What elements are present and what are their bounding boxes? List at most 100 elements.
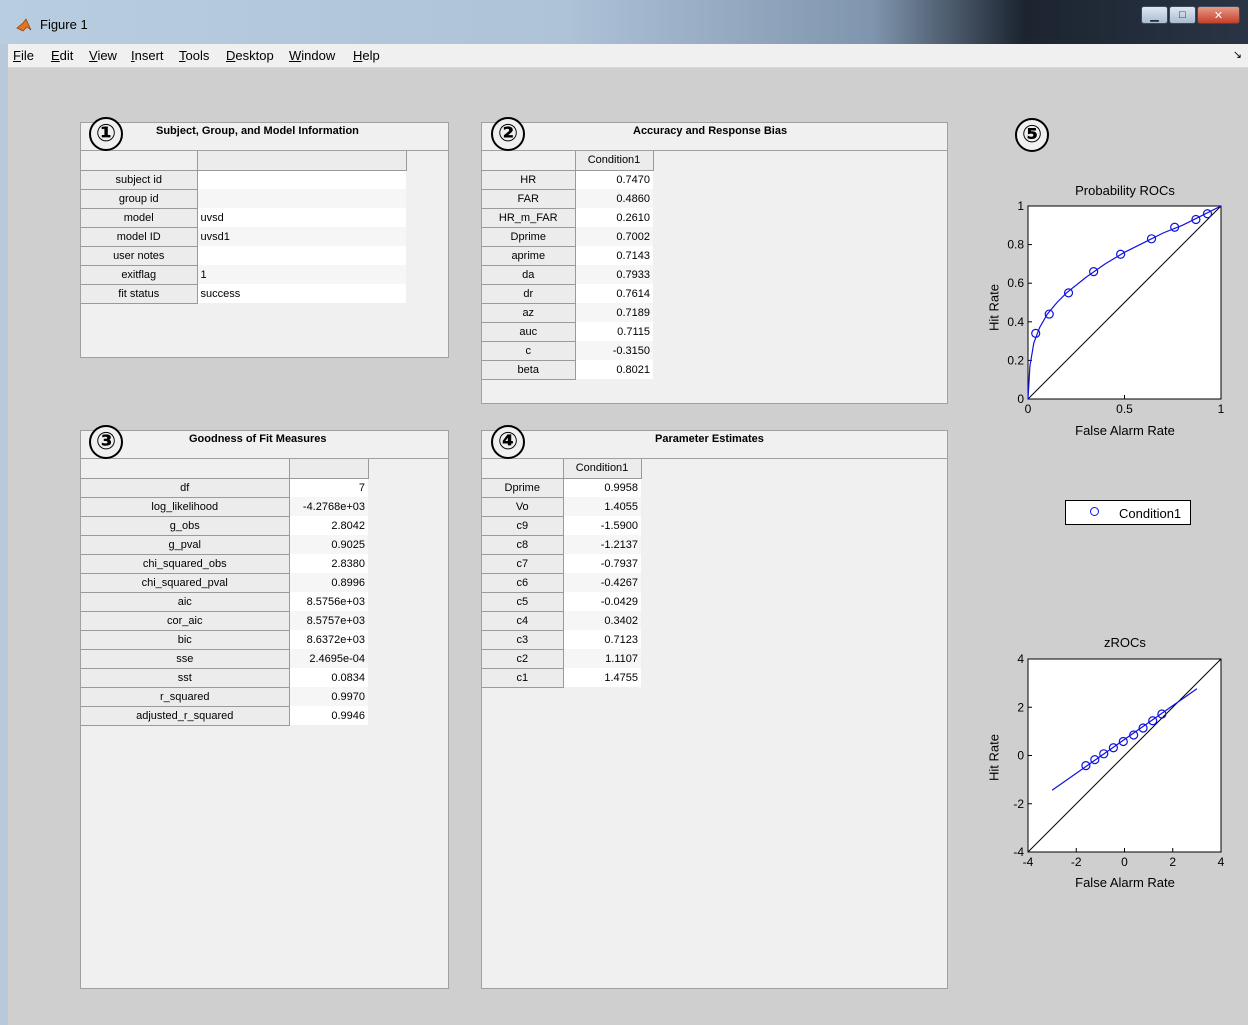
table-cell[interactable]: 0.7470 (575, 170, 653, 189)
row-header[interactable]: df (81, 478, 290, 498)
row-header[interactable]: c4 (482, 611, 564, 631)
close-button[interactable]: ✕ (1197, 6, 1240, 24)
table-cell[interactable]: 0.7002 (575, 227, 653, 246)
probability-roc-chart[interactable]: 0 0.5 1 0 0.2 0.4 0.6 0.8 1 (960, 195, 1240, 425)
row-header[interactable]: r_squared (81, 687, 290, 707)
menu-view[interactable]: View (89, 48, 117, 63)
row-header[interactable]: c2 (482, 649, 564, 669)
row-header[interactable]: HR_m_FAR (482, 208, 576, 228)
column-header[interactable]: Condition1 (563, 459, 642, 479)
table-cell[interactable]: 2.8042 (289, 516, 368, 535)
row-header[interactable]: subject id (81, 170, 198, 190)
row-header[interactable]: FAR (482, 189, 576, 209)
table-cell[interactable]: 8.5757e+03 (289, 611, 368, 630)
table-cell[interactable]: -1.5900 (563, 516, 641, 535)
menu-desktop[interactable]: Desktop (226, 48, 274, 63)
table-cell[interactable]: 1 (197, 265, 406, 284)
legend[interactable]: Condition1 (1065, 500, 1191, 525)
table-cell[interactable]: 0.7115 (575, 322, 653, 341)
table-cell[interactable]: 0.9958 (563, 478, 641, 497)
row-header[interactable]: c9 (482, 516, 564, 536)
maximize-button[interactable]: □ (1169, 6, 1196, 24)
table-cell[interactable]: 0.9970 (289, 687, 368, 706)
table-cell[interactable]: 8.6372e+03 (289, 630, 368, 649)
table-cell[interactable]: 0.3402 (563, 611, 641, 630)
menu-help[interactable]: Help (353, 48, 380, 63)
table-cell[interactable]: 0.7123 (563, 630, 641, 649)
row-header[interactable]: model (81, 208, 198, 228)
row-header[interactable]: g_pval (81, 535, 290, 555)
column-header[interactable]: Condition1 (575, 151, 654, 171)
row-header[interactable]: fit status (81, 284, 198, 304)
table-cell[interactable]: 7 (289, 478, 368, 497)
table-cell[interactable]: 0.8021 (575, 360, 653, 379)
row-header[interactable]: chi_squared_obs (81, 554, 290, 574)
menu-file[interactable]: File (13, 48, 34, 63)
row-header[interactable]: user notes (81, 246, 198, 266)
table-cell[interactable]: 1.4755 (563, 668, 641, 687)
table-cell[interactable]: -0.0429 (563, 592, 641, 611)
table-cell[interactable]: 0.9946 (289, 706, 368, 725)
row-header[interactable]: beta (482, 360, 576, 380)
table-cell[interactable]: 2.8380 (289, 554, 368, 573)
row-header[interactable]: exitflag (81, 265, 198, 285)
row-header[interactable]: auc (482, 322, 576, 342)
menu-overflow-icon[interactable]: ↘ (1233, 48, 1242, 61)
table-cell[interactable]: 0.7189 (575, 303, 653, 322)
row-header[interactable]: adjusted_r_squared (81, 706, 290, 726)
accuracy-table[interactable]: Condition1 HR 0.7470 FAR 0.4860 HR_m_FAR 0.26… (482, 151, 654, 380)
table-cell[interactable]: 1.1107 (563, 649, 641, 668)
table-cell[interactable] (197, 246, 406, 265)
row-header[interactable]: sst (81, 668, 290, 688)
row-header[interactable]: chi_squared_pval (81, 573, 290, 593)
zroc-chart[interactable]: -4 -2 0 2 4 -4 -2 0 2 4 (960, 648, 1240, 878)
table-cell[interactable]: uvsd1 (197, 227, 406, 246)
menu-insert[interactable]: Insert (131, 48, 164, 63)
row-header[interactable]: c3 (482, 630, 564, 650)
table-cell[interactable]: -0.3150 (575, 341, 653, 360)
row-header[interactable]: g_obs (81, 516, 290, 536)
row-header[interactable]: bic (81, 630, 290, 650)
row-header[interactable]: c (482, 341, 576, 361)
table-cell[interactable]: 0.0834 (289, 668, 368, 687)
row-header[interactable]: dr (482, 284, 576, 304)
row-header[interactable]: HR (482, 170, 576, 190)
table-cell[interactable] (197, 189, 406, 208)
table-cell[interactable]: 0.2610 (575, 208, 653, 227)
subject-info-table[interactable]: subject id group id model uvsd model ID uvsd1… (81, 151, 407, 304)
row-header[interactable]: c1 (482, 668, 564, 688)
table-cell[interactable] (197, 170, 406, 189)
goodness-of-fit-table[interactable]: df 7 log_likelihood -4.2768e+03 g_obs 2.8042 g… (81, 459, 369, 726)
table-cell[interactable]: 1.4055 (563, 497, 641, 516)
menu-window[interactable]: Window (289, 48, 335, 63)
table-cell[interactable]: -0.7937 (563, 554, 641, 573)
table-cell[interactable]: 0.7614 (575, 284, 653, 303)
table-cell[interactable]: success (197, 284, 406, 303)
row-header[interactable]: cor_aic (81, 611, 290, 631)
row-header[interactable]: da (482, 265, 576, 285)
table-cell[interactable]: 8.5756e+03 (289, 592, 368, 611)
minimize-button[interactable]: ▁ (1141, 6, 1168, 24)
row-header[interactable]: aprime (482, 246, 576, 266)
row-header[interactable]: az (482, 303, 576, 323)
row-header[interactable]: group id (81, 189, 198, 209)
table-cell[interactable]: 0.4860 (575, 189, 653, 208)
row-header[interactable]: c8 (482, 535, 564, 555)
table-cell[interactable]: 2.4695e-04 (289, 649, 368, 668)
table-cell[interactable]: uvsd (197, 208, 406, 227)
row-header[interactable]: Dprime (482, 478, 564, 498)
row-header[interactable]: c5 (482, 592, 564, 612)
row-header[interactable]: sse (81, 649, 290, 669)
row-header[interactable]: c7 (482, 554, 564, 574)
table-cell[interactable]: -1.2137 (563, 535, 641, 554)
row-header[interactable]: log_likelihood (81, 497, 290, 517)
row-header[interactable]: Dprime (482, 227, 576, 247)
table-cell[interactable]: 0.7933 (575, 265, 653, 284)
row-header[interactable]: c6 (482, 573, 564, 593)
parameter-estimates-table[interactable]: Condition1 Dprime 0.9958 Vo 1.4055 c9 -1.5900… (482, 459, 642, 688)
table-cell[interactable]: 0.8996 (289, 573, 368, 592)
row-header[interactable]: Vo (482, 497, 564, 517)
menu-tools[interactable]: Tools (179, 48, 209, 63)
row-header[interactable]: aic (81, 592, 290, 612)
menu-edit[interactable]: Edit (51, 48, 73, 63)
